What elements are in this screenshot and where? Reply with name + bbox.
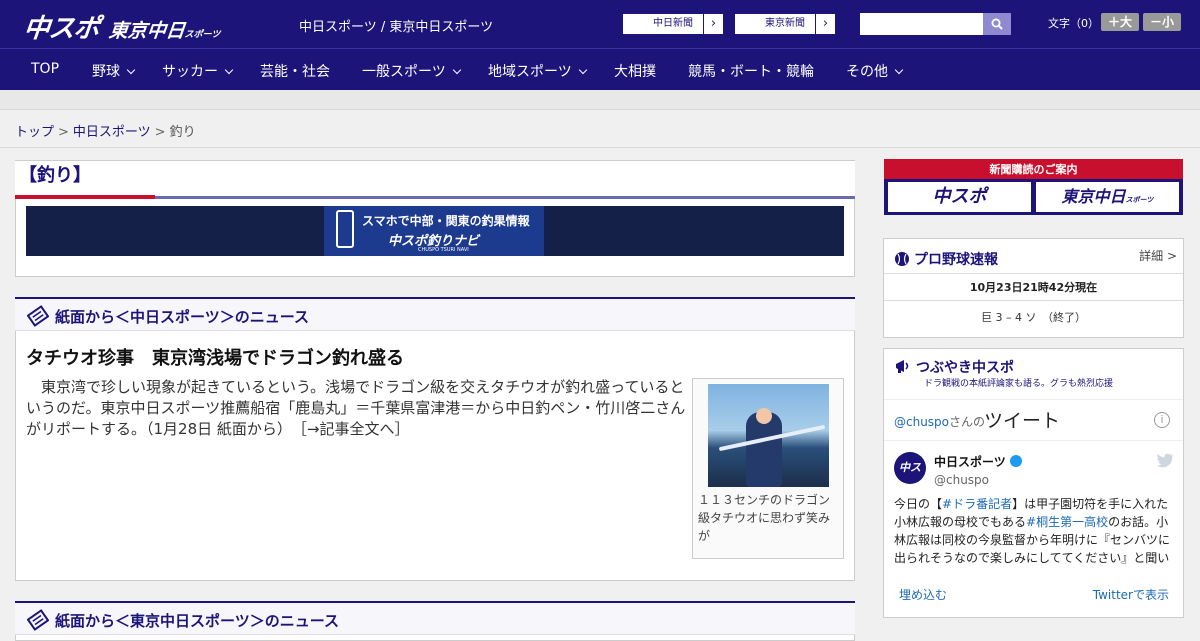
newspaper-icon (27, 609, 49, 631)
chunichi-shimbun-link[interactable]: 中日新聞 › (622, 13, 724, 35)
section-header: 【釣り】 (15, 161, 855, 199)
info-icon[interactable]: i (1154, 412, 1170, 428)
hashtag-link[interactable]: #桐生第一高校 (1026, 515, 1108, 529)
chevron-down-icon (894, 65, 904, 75)
chevron-down-icon (224, 65, 234, 75)
logo-chuspo: 中スポ (22, 14, 101, 44)
font-size-label: 文字（0） (1048, 17, 1099, 30)
page-title: 【釣り】 (19, 165, 91, 186)
nav-soccer[interactable]: サッカー (162, 61, 234, 81)
twitter-widget: つぶやき中スポ ドラ観戦の本紙評論家も語る。グラも熱烈応援 @chuspoさんの… (883, 348, 1184, 618)
article-title[interactable]: タチウオ珍事 東京湾浅場でドラゴン釣れ盛る (26, 344, 404, 370)
chevron-right-icon: › (703, 14, 723, 34)
nav-general-sports[interactable]: 一般スポーツ (362, 61, 461, 81)
site-header: 中スポ 東京中日スポーツ 中日スポーツ / 東京中日スポーツ 中日新聞 › 東京新聞… (0, 0, 1200, 48)
verified-badge-icon (1010, 455, 1022, 467)
main-nav: TOP 野球 サッカー 芸能・社会 一般スポーツ 地域スポーツ 大相撲 競馬・ボ… (0, 48, 1200, 90)
tweets-header: @chuspoさんの ツイート i (884, 399, 1183, 441)
search-button[interactable] (983, 13, 1011, 35)
search-input[interactable] (860, 13, 983, 35)
subscribe-tokyo-chunichi-button[interactable]: 東京中日スポーツ (1036, 182, 1179, 212)
subscription-heading: 新聞購読のご案内 (989, 163, 1078, 176)
nav-baseball[interactable]: 野球 (92, 61, 136, 81)
read-more-link[interactable]: ［→記事全文へ］ (299, 420, 409, 438)
tweets-label: ツイート (984, 410, 1061, 432)
nav-other[interactable]: その他 (846, 61, 904, 81)
article-photo[interactable] (708, 384, 829, 487)
breadcrumb: トップ > 中日スポーツ > 釣り (0, 110, 1200, 148)
news-heading-chunichi: 紙面から＜中日スポーツ＞のニュース (15, 297, 855, 331)
view-on-twitter-link[interactable]: Twitterで表示 (1093, 586, 1169, 603)
nav-entertainment[interactable]: 芸能・社会 (260, 61, 330, 81)
newspaper-icon (27, 305, 49, 327)
subscribe-chuspo-button[interactable]: 中スポ (888, 182, 1031, 212)
nav-sumo[interactable]: 大相撲 (614, 61, 656, 81)
title-underline-red (15, 195, 155, 199)
breadcrumb-chunichi-sports[interactable]: 中日スポーツ (73, 125, 151, 140)
logo-tokyo-chunichi: 東京中日スポーツ (107, 20, 221, 42)
title-underline-blue (155, 196, 855, 199)
site-logo[interactable]: 中スポ 東京中日スポーツ (22, 8, 221, 45)
font-smaller-button[interactable]: －小 (1143, 13, 1181, 31)
twitter-handle-link[interactable]: @chuspo (894, 415, 949, 429)
avatar[interactable]: 中スポ (894, 452, 926, 506)
score-timestamp: 10月23日21時42分現在 (884, 273, 1183, 301)
chevron-down-icon (578, 65, 587, 75)
tokyo-shimbun-link[interactable]: 東京新聞 › (734, 13, 836, 35)
chevron-down-icon (452, 65, 461, 75)
site-title: 中日スポーツ / 東京中日スポーツ (299, 20, 494, 35)
subscription-box: 新聞購読のご案内 中スポ 東京中日スポーツ (884, 159, 1183, 215)
search-icon (991, 18, 1003, 30)
tweet-text: 今日の【#ドラ番記者】は甲子園切符を手に入れた小林広報の母校でもある#桐生第一高… (894, 497, 1171, 565)
megaphone-icon (896, 360, 909, 373)
game-score[interactable]: 巨 3 – 4 ソ （終了） (884, 309, 1183, 325)
photo-caption: １１３センチのドラゴン級タチウオに思わず笑みが (698, 493, 831, 543)
article-summary: 東京湾で珍しい現象が起きているという。浅場でドラゴン級を交えタチウオが釣れ盛って… (26, 378, 686, 438)
breadcrumb-top[interactable]: トップ (15, 125, 54, 140)
article-photo-box: １１３センチのドラゴン級タチウオに思わず笑みが (692, 378, 844, 559)
twitter-widget-title: つぶやき中スポ (916, 360, 1014, 376)
twitter-bird-icon[interactable] (1156, 453, 1174, 468)
nav-regional-sports[interactable]: 地域スポーツ (488, 61, 587, 81)
chevron-down-icon (126, 65, 136, 75)
pro-baseball-title: プロ野球速報 (894, 249, 998, 269)
spacer-band (0, 90, 1200, 110)
twitter-widget-subtitle: ドラ観戦の本紙評論家も語る。グラも熱烈応援 (924, 379, 1114, 389)
account-name[interactable]: 中日スポーツ (934, 453, 1006, 470)
embed-link[interactable]: 埋め込む (899, 586, 947, 603)
hashtag-link[interactable]: #ドラ番記者 (942, 497, 1012, 511)
pro-baseball-detail-link[interactable]: 詳細 > (1139, 247, 1177, 264)
smartphone-icon (336, 210, 354, 248)
baseball-icon (895, 252, 909, 266)
tsuri-navi-banner[interactable]: スマホで中部・関東の釣果情報 中スポ釣りナビ CHUSPO TSURI NAVI (26, 206, 844, 256)
breadcrumb-current: 釣り (169, 125, 196, 140)
account-handle[interactable]: @chuspo (934, 473, 989, 487)
chevron-right-icon: › (815, 14, 835, 34)
pro-baseball-widget: プロ野球速報 詳細 > 10月23日21時42分現在 巨 3 – 4 ソ （終了… (883, 238, 1184, 338)
font-larger-button[interactable]: ＋大 (1101, 13, 1139, 31)
nav-keiba[interactable]: 競馬・ボート・競輪 (688, 61, 814, 81)
nav-top[interactable]: TOP (31, 61, 59, 77)
